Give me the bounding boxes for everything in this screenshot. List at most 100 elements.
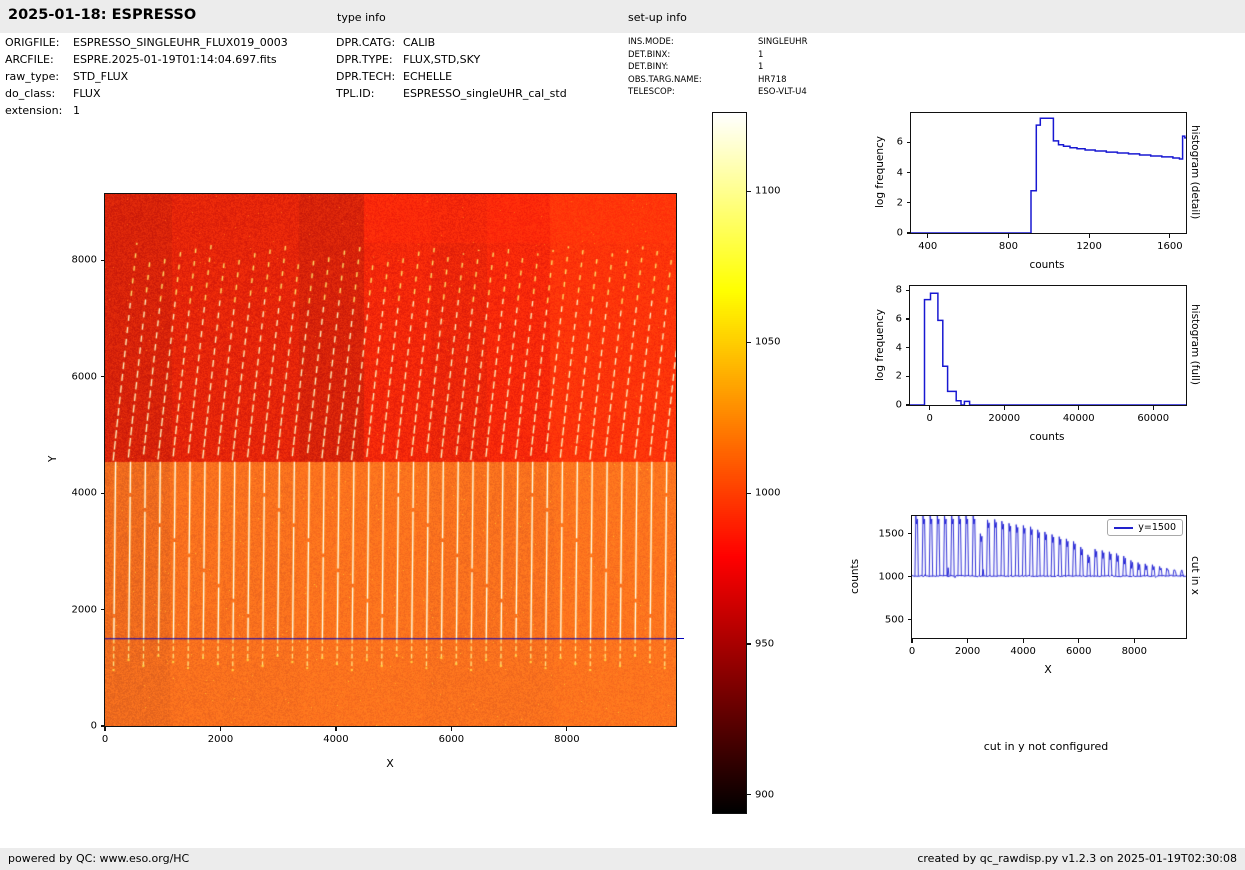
tick-label: 4	[895, 342, 902, 354]
tick-mark	[907, 619, 912, 621]
meta-row: do_class: FLUX	[5, 87, 101, 100]
meta-label: TPL.ID:	[336, 87, 375, 100]
tick-mark	[1133, 638, 1135, 643]
tick-mark	[906, 232, 911, 234]
tick-mark	[911, 638, 913, 643]
tick-mark	[746, 492, 751, 494]
tick-label: 1050	[755, 336, 781, 348]
tick-mark	[450, 726, 452, 731]
tick-label: 60000	[1137, 413, 1170, 424]
meta-label: raw_type:	[5, 70, 60, 83]
tick-mark	[100, 492, 105, 494]
meta-label: OBS.TARG.NAME:	[628, 74, 702, 85]
tick-mark	[1078, 638, 1080, 643]
tick-label: 20000	[988, 413, 1021, 424]
meta-row: TPL.ID: ESPRESSO_singleUHR_cal_std	[336, 87, 567, 100]
tick-mark	[1022, 638, 1024, 643]
cut-in-x-x-label: X	[1044, 663, 1052, 676]
tick-mark	[1169, 233, 1171, 238]
meta-row: DET.BINX: 1	[628, 50, 763, 60]
histogram-detail-title: histogram (detail)	[1189, 124, 1201, 220]
histogram-full-curve	[910, 292, 1186, 405]
cut-line-overhang	[677, 638, 684, 640]
footer-left: powered by QC: www.eso.org/HC	[8, 852, 190, 865]
tick-mark	[1007, 233, 1010, 238]
tick-label: 0	[926, 413, 933, 424]
meta-value: CALIB	[403, 36, 436, 49]
meta-value: STD_FLUX	[73, 70, 129, 83]
main-x-axis-label: X	[386, 757, 394, 770]
tick-label: 0	[90, 720, 97, 732]
tick-label: 0	[908, 646, 916, 657]
type-info-heading: type info	[337, 11, 386, 24]
tick-label: 6000	[71, 371, 97, 383]
tick-label: 8000	[554, 734, 580, 745]
meta-row: raw_type: STD_FLUX	[5, 70, 128, 83]
meta-value: 1	[73, 104, 80, 117]
meta-row: DPR.TYPE: FLUX,STD,SKY	[336, 53, 480, 66]
meta-value: 1	[758, 49, 764, 60]
tick-mark	[907, 576, 912, 578]
tick-label: 6	[896, 136, 903, 148]
tick-mark	[746, 341, 751, 343]
meta-value: 1	[758, 62, 764, 72]
tick-label: 8000	[1121, 646, 1148, 657]
tick-label: 4	[896, 167, 903, 179]
meta-label: DET.BINY:	[628, 62, 669, 72]
tick-label: 1100	[755, 185, 781, 197]
histogram-detail-y-label: log frequency	[874, 136, 886, 209]
meta-row: OBS.TARG.NAME: HR718	[628, 75, 787, 85]
meta-row: extension: 1	[5, 104, 80, 117]
tick-mark	[1003, 405, 1005, 410]
tick-mark	[906, 202, 911, 204]
meta-label: DPR.CATG:	[336, 36, 396, 49]
tick-label: 2000	[71, 604, 97, 616]
tick-label: 2000	[954, 646, 981, 657]
tick-mark	[905, 318, 910, 320]
cut-in-x-y-label: counts	[849, 558, 861, 594]
tick-mark	[905, 375, 910, 377]
main-y-axis-label: Y	[47, 455, 59, 463]
tick-mark	[1152, 405, 1154, 410]
tick-mark	[746, 794, 751, 796]
qc-report-page: 2025-01-18: ESPRESSO type info set-up in…	[0, 0, 1245, 870]
tick-label: 0	[896, 227, 903, 239]
tick-mark	[335, 726, 337, 731]
meta-label: INS.MODE:	[628, 37, 674, 47]
legend-label: y=1500	[1138, 522, 1176, 533]
tick-label: 6000	[1065, 646, 1092, 657]
histogram-full-title: histogram (full)	[1189, 304, 1201, 385]
meta-row: ARCFILE: ESPRE.2025-01-19T01:14:04.697.fi…	[5, 53, 277, 66]
tick-label: 8000	[71, 254, 97, 266]
tick-mark	[104, 726, 106, 731]
tick-label: 4000	[71, 487, 97, 499]
meta-row: INS.MODE: SINGLEUHR	[628, 37, 807, 47]
tick-mark	[906, 172, 911, 174]
meta-value: ESPRE.2025-01-19T01:14:04.697.fits	[73, 53, 277, 66]
tick-label: 0	[101, 734, 109, 745]
tick-label: 2000	[207, 734, 234, 745]
tick-label: 8	[895, 284, 902, 296]
tick-label: 6000	[438, 734, 465, 745]
tick-mark	[1088, 233, 1090, 238]
tick-mark	[929, 405, 931, 410]
tick-mark	[746, 643, 751, 645]
tick-label: 400	[918, 241, 938, 252]
meta-row: ORIGFILE: ESPRESSO_SINGLEUHR_FLUX019_0003	[5, 36, 288, 49]
meta-value: SINGLEUHR	[758, 37, 808, 47]
tick-mark	[966, 638, 969, 643]
tick-mark	[907, 533, 912, 535]
tick-label: 1000	[878, 571, 904, 583]
tick-mark	[905, 289, 910, 291]
tick-label: 6	[895, 313, 902, 325]
meta-label: ARCFILE:	[5, 53, 54, 66]
tick-mark	[905, 347, 910, 349]
tick-mark	[746, 190, 751, 193]
tick-mark	[100, 608, 105, 611]
setup-info-heading: set-up info	[628, 11, 687, 24]
tick-label: 900	[755, 789, 775, 801]
cut-in-x-plot: y=1500 0 2000 4000 6000 8000 500 1000 1500	[879, 515, 1187, 657]
footer-right: created by qc_rawdisp.py v1.2.3 on 2025-…	[917, 852, 1237, 865]
raw-image-plot: 0 2000 4000 6000 8000 0 2000 4000 6000 8000	[72, 193, 677, 745]
tick-label: 1500	[878, 528, 904, 540]
